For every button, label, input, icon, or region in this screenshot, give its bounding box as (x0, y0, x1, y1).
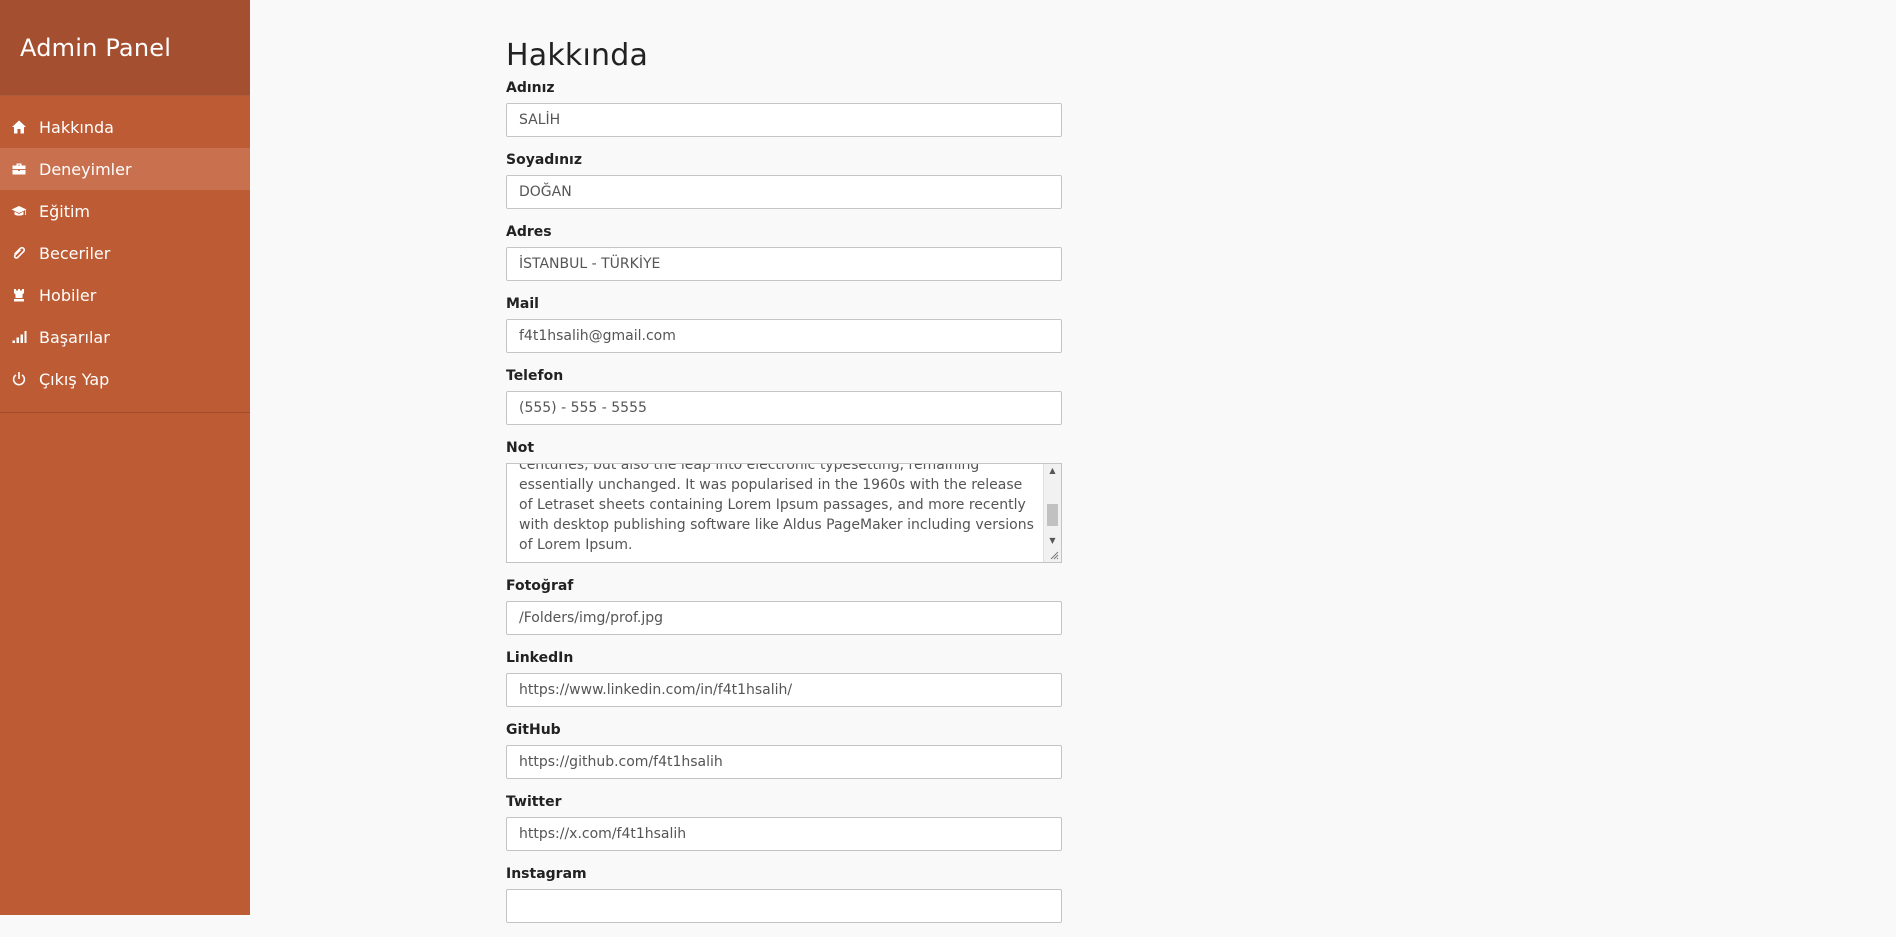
scroll-down-icon[interactable]: ▼ (1044, 534, 1061, 548)
sidebar-item-label: Hakkında (39, 117, 114, 137)
twitter-label: Twitter (506, 794, 562, 810)
field-first-name: Adınız SALİH (506, 79, 1062, 137)
field-address: Adres İSTANBUL - TÜRKİYE (506, 223, 1062, 281)
note-label: Not (506, 440, 535, 456)
sidebar-item-label: Başarılar (39, 327, 110, 347)
phone-label: Telefon (506, 368, 564, 384)
phone-input[interactable]: (555) - 555 - 5555 (506, 391, 1062, 425)
field-github: GitHub https://github.com/f4t1hsalih (506, 721, 1062, 779)
last-name-input[interactable]: DOĞAN (506, 175, 1062, 209)
graduation-cap-icon (10, 202, 28, 220)
sidebar-item-basarilar[interactable]: Başarılar (0, 316, 250, 358)
linkedin-label: LinkedIn (506, 650, 574, 666)
resize-handle-icon[interactable] (1049, 550, 1059, 560)
instagram-label: Instagram (506, 866, 587, 882)
sidebar-item-label: Beceriler (39, 243, 111, 263)
photo-input[interactable]: /Folders/img/prof.jpg (506, 601, 1062, 635)
signal-bars-icon (10, 328, 28, 346)
sidebar-nav: Hakkında Deneyimler Eğitim Beceriler Hob… (0, 96, 250, 413)
field-last-name: Soyadınız DOĞAN (506, 151, 1062, 209)
sidebar-item-deneyimler[interactable]: Deneyimler (0, 148, 250, 190)
field-instagram: Instagram (506, 865, 1062, 923)
brand-title: Admin Panel (0, 0, 250, 96)
scroll-up-icon[interactable]: ▲ (1044, 464, 1061, 478)
sidebar-item-cikis-yap[interactable]: Çıkış Yap (0, 358, 250, 400)
paperclip-icon (10, 244, 28, 262)
rook-icon (10, 286, 28, 304)
field-linkedin: LinkedIn https://www.linkedin.com/in/f4t… (506, 649, 1062, 707)
note-textarea[interactable]: centuries, but also the leap into electr… (506, 463, 1062, 563)
first-name-input[interactable]: SALİH (506, 103, 1062, 137)
sidebar: Admin Panel Hakkında Deneyimler Eğitim B… (0, 0, 250, 915)
sidebar-item-label: Eğitim (39, 201, 91, 221)
github-input[interactable]: https://github.com/f4t1hsalih (506, 745, 1062, 779)
mail-label: Mail (506, 296, 539, 312)
twitter-input[interactable]: https://x.com/f4t1hsalih (506, 817, 1062, 851)
sidebar-item-beceriler[interactable]: Beceriler (0, 232, 250, 274)
page-title: Hakkında (506, 38, 649, 73)
photo-label: Fotoğraf (506, 578, 574, 594)
sidebar-item-hakkinda[interactable]: Hakkında (0, 106, 250, 148)
power-icon (10, 370, 28, 388)
sidebar-item-hobiler[interactable]: Hobiler (0, 274, 250, 316)
address-input[interactable]: İSTANBUL - TÜRKİYE (506, 247, 1062, 281)
first-name-label: Adınız (506, 80, 555, 96)
field-photo: Fotoğraf /Folders/img/prof.jpg (506, 577, 1062, 635)
field-mail: Mail f4t1hsalih@gmail.com (506, 295, 1062, 353)
address-label: Adres (506, 224, 552, 240)
sidebar-item-egitim[interactable]: Eğitim (0, 190, 250, 232)
field-note: Not centuries, but also the leap into el… (506, 439, 1062, 563)
github-label: GitHub (506, 722, 561, 738)
home-icon (10, 118, 28, 136)
field-twitter: Twitter https://x.com/f4t1hsalih (506, 793, 1062, 851)
sidebar-item-label: Deneyimler (39, 159, 132, 179)
instagram-input[interactable] (506, 889, 1062, 923)
briefcase-icon (10, 160, 28, 178)
field-phone: Telefon (555) - 555 - 5555 (506, 367, 1062, 425)
last-name-label: Soyadınız (506, 152, 583, 168)
sidebar-item-label: Çıkış Yap (39, 369, 110, 389)
mail-input[interactable]: f4t1hsalih@gmail.com (506, 319, 1062, 353)
sidebar-item-label: Hobiler (39, 285, 97, 305)
main-content: Hakkında Adınız SALİH Soyadınız DOĞAN Ad… (506, 0, 1062, 937)
note-scrollbar[interactable]: ▲ ▼ (1043, 464, 1061, 562)
linkedin-input[interactable]: https://www.linkedin.com/in/f4t1hsalih/ (506, 673, 1062, 707)
note-text: centuries, but also the leap into electr… (519, 463, 1034, 553)
scroll-thumb[interactable] (1047, 504, 1058, 526)
